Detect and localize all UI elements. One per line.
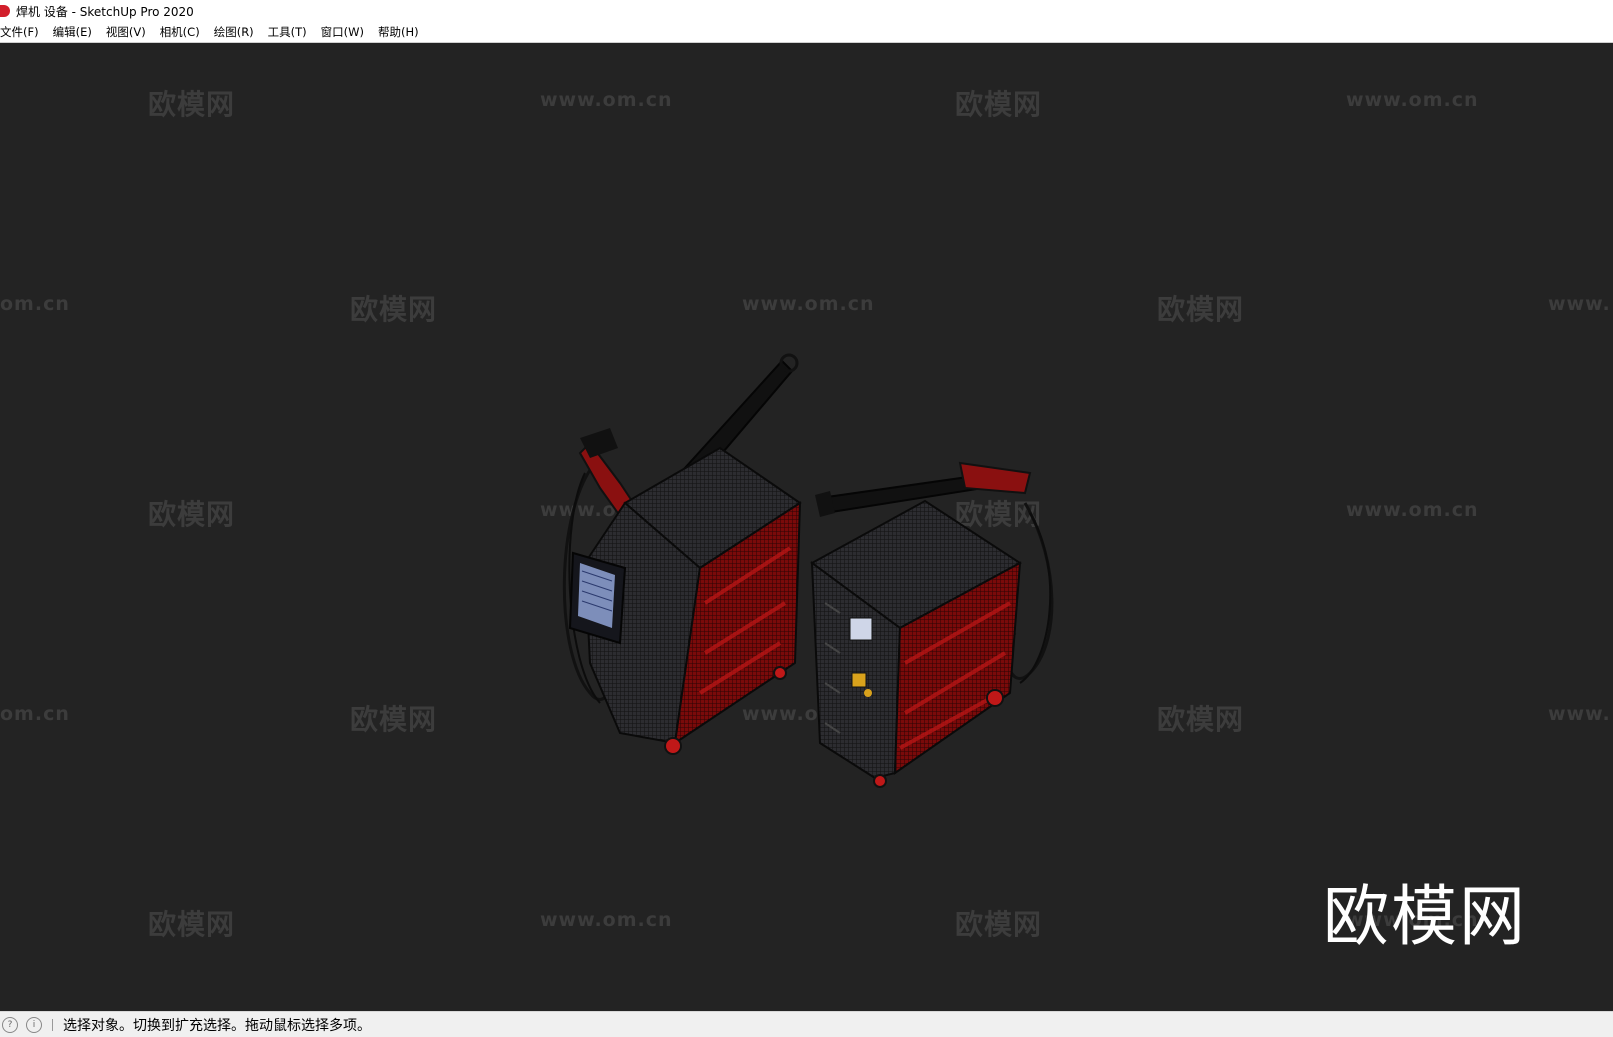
window-title: 焊机 设备 - SketchUp Pro 2020 [16,4,194,19]
menu-camera[interactable]: 相机(C) [153,22,207,42]
left-welder [562,353,802,755]
sketchup-app-icon [0,5,10,17]
menu-tools[interactable]: 工具(T) [261,22,314,42]
title-bar: 焊机 设备 - SketchUp Pro 2020 [0,0,1613,22]
menu-edit[interactable]: 编辑(E) [46,22,99,42]
status-divider [52,1018,53,1031]
watermark-brand-large: 欧模网 [1323,878,1527,955]
geolocation-icon[interactable]: ? [2,1016,18,1033]
menu-file[interactable]: 文件(F) [0,22,46,42]
right-welder [810,461,1054,788]
menu-help[interactable]: 帮助(H) [371,22,426,42]
3d-viewport[interactable]: 欧模网 www.om.cn 欧模网 www.om.cn om.cn 欧模网 ww… [0,43,1613,1011]
info-icon[interactable]: i [26,1016,42,1033]
status-bar: ? i 选择对象。切换到扩充选择。拖动鼠标选择多项。 [0,1011,1613,1037]
menu-draw[interactable]: 绘图(R) [207,22,261,42]
status-message: 选择对象。切换到扩充选择。拖动鼠标选择多项。 [63,1017,371,1034]
menu-bar: 文件(F) 编辑(E) 视图(V) 相机(C) 绘图(R) 工具(T) 窗口(W… [0,22,1613,43]
menu-window[interactable]: 窗口(W) [314,22,371,42]
menu-view[interactable]: 视图(V) [99,22,153,42]
